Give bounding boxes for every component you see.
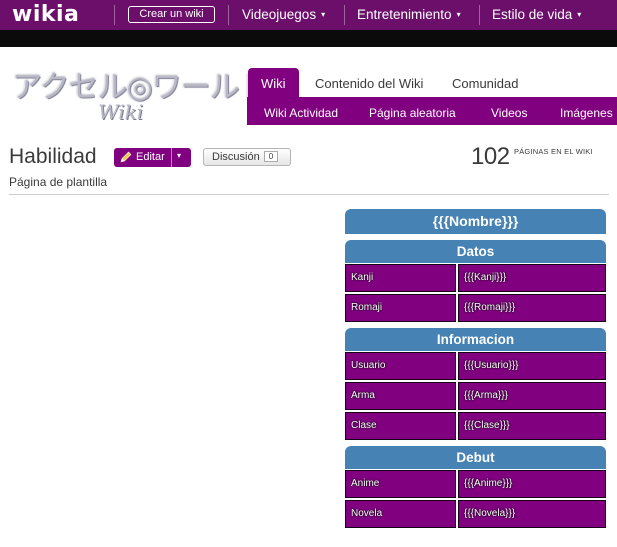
chevron-down-icon[interactable]: ▾ [177,151,181,160]
infobox-key: Kanji [345,264,456,292]
infobox-row: Novela {{{Novela}}} [345,500,606,528]
nav-lifestyle-label: Estilo de vida [492,7,573,22]
wordmark-subtitle: Wiki [98,100,144,124]
nav-entertainment-label: Entretenimiento [357,7,452,22]
infobox: {{{Nombre}}} Datos Kanji {{{Kanji}}} Rom… [345,209,606,528]
subnav-videos[interactable]: Videos [491,106,527,120]
infobox-section-heading: Debut [345,446,606,469]
infobox-section-heading: Datos [345,240,606,263]
infobox-section-heading: Informacion [345,328,606,351]
page-count-label: PÁGINAS EN EL WIKI [514,147,593,156]
nav-separator [228,5,229,25]
infobox-row: Romaji {{{Romaji}}} [345,294,606,322]
nav-lifestyle[interactable]: Estilo de vida ▾ [492,7,581,22]
subnav-random-page[interactable]: Página aleatoria [369,106,456,120]
discussion-button[interactable]: Discusión 0 [203,148,291,166]
subnav-wiki-activity[interactable]: Wiki Actividad [264,106,338,120]
discussion-count-badge: 0 [264,151,278,162]
tab-community[interactable]: Comunidad [452,68,519,97]
infobox-key: Romaji [345,294,456,322]
infobox-row: Usuario {{{Usuario}}} [345,352,606,380]
nav-separator [479,5,480,25]
infobox-value: {{{Romaji}}} [458,294,606,322]
nav-entertainment[interactable]: Entretenimiento ▾ [357,7,461,22]
page-subtitle: Página de plantilla [9,175,108,189]
infobox-value: {{{Arma}}} [458,382,606,410]
infobox-key: Novela [345,500,456,528]
chevron-down-icon: ▾ [456,10,461,19]
discussion-label: Discusión [212,151,260,163]
edit-button-label: Editar [136,151,165,163]
infobox-value: {{{Kanji}}} [458,264,606,292]
edit-button[interactable]: Editar ▾ [114,148,191,167]
header-divider [9,194,609,195]
nav-separator [114,5,115,25]
infobox-value: {{{Clase}}} [458,412,606,440]
infobox-row: Kanji {{{Kanji}}} [345,264,606,292]
infobox-value: {{{Usuario}}} [458,352,606,380]
infobox-value: {{{Anime}}} [458,470,606,498]
nav-videogames-label: Videojuegos [242,7,317,22]
infobox-title: {{{Nombre}}} [345,209,606,234]
page-count: 102 [471,143,510,170]
infobox-row: Arma {{{Arma}}} [345,382,606,410]
create-wiki-button[interactable]: Crear un wiki [128,6,215,23]
infobox-key: Anime [345,470,456,498]
page-title: Habilidad [9,145,97,168]
infobox-key: Arma [345,382,456,410]
infobox-row: Clase {{{Clase}}} [345,412,606,440]
infobox-key: Usuario [345,352,456,380]
tab-wiki-content[interactable]: Contenido del Wiki [315,68,423,97]
infobox-row: Anime {{{Anime}}} [345,470,606,498]
wiki-wordmark[interactable]: アクセル◎ワールド Wiki [12,62,269,128]
wikia-logo[interactable]: wikia [12,2,79,27]
chevron-down-icon: ▾ [577,10,582,19]
nav-separator [344,5,345,25]
subnav-images[interactable]: Imágenes [560,106,613,120]
infobox-key: Clase [345,412,456,440]
edit-button-split [171,148,172,167]
infobox-value: {{{Novela}}} [458,500,606,528]
global-nav: wikia Crear un wiki Videojuegos ▾ Entrete… [0,0,617,30]
chevron-down-icon: ▾ [321,10,326,19]
toolbar-strip [0,30,617,47]
nav-videogames[interactable]: Videojuegos ▾ [242,7,325,22]
pencil-icon [120,151,132,163]
tab-wiki[interactable]: Wiki [248,68,299,97]
